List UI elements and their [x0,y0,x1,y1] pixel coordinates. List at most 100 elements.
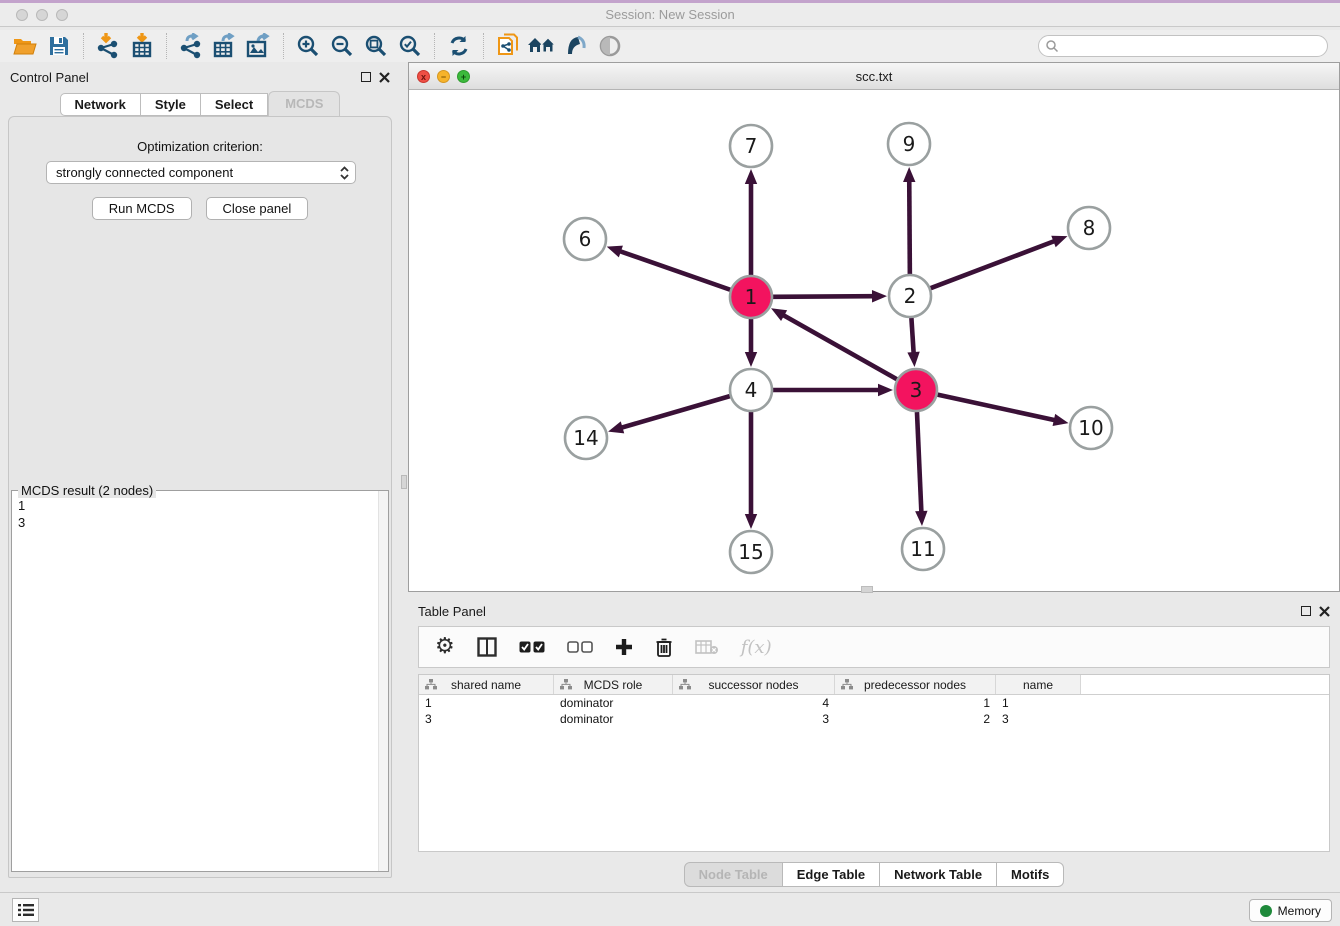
export-network-button[interactable] [174,32,208,60]
graph-edge-4-14[interactable] [608,396,730,433]
table-row[interactable]: 1dominator411 [419,695,1329,711]
tab-node-table[interactable]: Node Table [684,862,783,887]
zoom-in-button[interactable] [291,32,325,60]
birds-eye-view-button[interactable] [593,32,627,60]
zoom-fit-button[interactable] [359,32,393,60]
graph-edge-3-1[interactable] [771,308,897,379]
tab-mcds[interactable]: MCDS [268,91,340,116]
select-all-button[interactable] [519,633,545,661]
import-network-button[interactable] [91,32,125,60]
table-cell[interactable]: 3 [673,711,835,727]
network-window-titlebar[interactable]: x − + scc.txt [409,63,1339,90]
task-history-button[interactable] [12,898,39,922]
window-close-button[interactable] [16,9,28,21]
network-close-button[interactable]: x [417,70,430,83]
close-table-panel-icon[interactable] [1319,606,1330,617]
vertical-splitter[interactable] [400,62,408,892]
graph-edge-4-3[interactable] [773,384,893,396]
graph-node-1[interactable]: 1 [730,276,772,318]
deselect-all-button[interactable] [567,633,593,661]
graph-edge-2-9[interactable] [903,167,915,274]
graph-edge-1-2[interactable] [773,290,887,302]
first-neighbors-button[interactable] [525,32,559,60]
column-header-predecessor-nodes[interactable]: predecessor nodes [835,675,996,694]
graph-node-6[interactable]: 6 [564,218,606,260]
table-row[interactable]: 3dominator323 [419,711,1329,727]
criterion-select[interactable]: strongly connected component [46,161,356,184]
graph-edge-3-11[interactable] [915,412,927,526]
graph-edge-1-7[interactable] [745,169,757,275]
tab-edge-table[interactable]: Edge Table [783,862,880,887]
window-zoom-button[interactable] [56,9,68,21]
table-cell[interactable]: dominator [554,711,673,727]
tab-network-table[interactable]: Network Table [880,862,997,887]
run-mcds-button[interactable]: Run MCDS [92,197,192,220]
table-cell[interactable]: 3 [996,711,1081,727]
float-panel-icon[interactable] [361,72,371,82]
graph-node-8[interactable]: 8 [1068,207,1110,249]
export-table-button[interactable] [208,32,242,60]
table-cell[interactable]: dominator [554,695,673,711]
zoom-selected-button[interactable] [393,32,427,60]
tab-network[interactable]: Network [60,93,141,116]
graph-edge-1-6[interactable] [607,246,731,290]
search-field[interactable] [1038,35,1328,57]
mcds-result-text[interactable]: 1 3 [12,493,378,871]
table-cell[interactable]: 1 [419,695,554,711]
close-panel-button[interactable]: Close panel [206,197,309,220]
new-network-from-selection-button[interactable] [491,32,525,60]
window-minimize-button[interactable] [36,9,48,21]
delete-table-button[interactable] [695,633,719,661]
horizontal-splitter-grip[interactable] [861,586,873,593]
graph-node-15[interactable]: 15 [730,531,772,573]
graph-node-2[interactable]: 2 [889,275,931,317]
table-cell[interactable]: 1 [996,695,1081,711]
add-row-button[interactable] [615,633,633,661]
graph-node-7[interactable]: 7 [730,125,772,167]
save-session-button[interactable] [42,32,76,60]
export-image-button[interactable] [242,32,276,60]
graph-node-9[interactable]: 9 [888,123,930,165]
show-graphics-details-button[interactable] [559,32,593,60]
column-header-successor-nodes[interactable]: successor nodes [673,675,835,694]
table-cell[interactable]: 2 [835,711,996,727]
table-panel-title: Table Panel [418,604,486,619]
tab-motifs[interactable]: Motifs [997,862,1064,887]
search-input[interactable] [1059,37,1327,55]
show-columns-button[interactable] [477,633,497,661]
open-session-button[interactable] [8,32,42,60]
import-table-button[interactable] [125,32,159,60]
graph-node-14[interactable]: 14 [565,417,607,459]
table-cell[interactable]: 3 [419,711,554,727]
tab-select[interactable]: Select [201,93,268,116]
column-header-shared-name[interactable]: shared name [419,675,554,694]
function-builder-button[interactable]: f(x) [741,633,772,661]
table-settings-button[interactable]: ⚙ [435,633,455,661]
graph-edge-1-4[interactable] [745,319,757,367]
close-panel-icon[interactable] [379,72,390,83]
column-label: MCDS role [584,678,643,692]
network-minimize-button[interactable]: − [437,70,450,83]
table-cell[interactable]: 4 [673,695,835,711]
tab-style[interactable]: Style [141,93,201,116]
float-table-panel-icon[interactable] [1301,606,1311,616]
graph-edge-2-3[interactable] [907,318,919,367]
table-cell[interactable]: 1 [835,695,996,711]
column-header-mcds-role[interactable]: MCDS role [554,675,673,694]
delete-row-button[interactable] [655,633,673,661]
network-maximize-button[interactable]: + [457,70,470,83]
zoom-out-button[interactable] [325,32,359,60]
graph-edge-2-8[interactable] [931,236,1068,288]
graph-node-10[interactable]: 10 [1070,407,1112,449]
graph-node-4[interactable]: 4 [730,369,772,411]
graph-node-3[interactable]: 3 [895,369,937,411]
graph-node-11[interactable]: 11 [902,528,944,570]
apply-layout-button[interactable] [442,32,476,60]
result-scrollbar[interactable] [378,491,388,871]
network-canvas[interactable]: 7 9 6 8 1 2 4 3 14 10 15 11 [409,90,1339,591]
memory-button[interactable]: Memory [1249,899,1332,922]
column-header-name[interactable]: name [996,675,1081,694]
splitter-grip[interactable] [401,475,407,489]
graph-edge-3-10[interactable] [937,395,1068,426]
graph-edge-4-15[interactable] [745,412,757,529]
